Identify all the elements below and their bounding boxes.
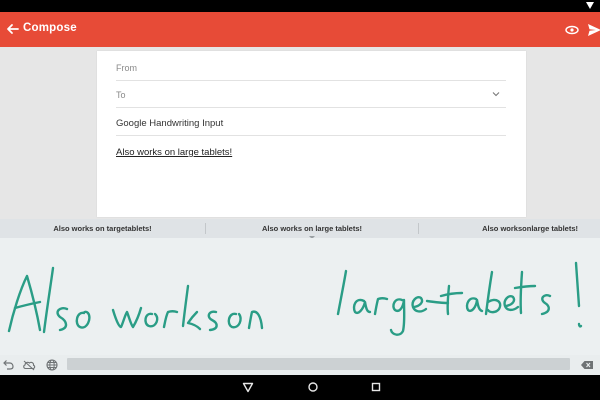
space-bar[interactable] <box>67 358 570 370</box>
compose-card: From To Google Handwriting Input Also wo… <box>97 51 526 217</box>
nav-back-icon[interactable] <box>241 380 255 394</box>
navigation-bar <box>0 375 600 400</box>
chevron-down-icon[interactable] <box>492 90 500 98</box>
from-placeholder: From <box>116 63 137 73</box>
globe-icon[interactable] <box>45 358 59 372</box>
suggestion-3[interactable]: Also worksonlarge tablets! <box>419 219 600 238</box>
status-bar <box>0 0 600 12</box>
to-placeholder: To <box>116 90 126 100</box>
nav-recents-icon[interactable] <box>369 380 383 394</box>
from-field[interactable]: From <box>116 53 506 81</box>
wifi-icon <box>586 2 594 9</box>
send-icon[interactable] <box>586 21 600 39</box>
body-text[interactable]: Also works on large tablets! <box>116 147 232 158</box>
handwriting-area[interactable] <box>0 238 600 355</box>
keyboard-toolbar <box>0 355 600 375</box>
nav-home-icon[interactable] <box>306 380 320 394</box>
back-arrow-icon[interactable] <box>4 20 22 38</box>
app-bar: Compose <box>0 12 600 47</box>
cloud-off-icon[interactable] <box>22 358 36 372</box>
backspace-icon[interactable] <box>580 358 594 372</box>
suggestion-1[interactable]: Also works on targetablets! <box>0 219 205 238</box>
subject-field[interactable]: Google Handwriting Input <box>116 108 506 136</box>
handwriting-ink <box>7 261 583 336</box>
page-title: Compose <box>23 22 77 34</box>
suggestion-bar: Also works on targetablets! Also works o… <box>0 219 600 238</box>
undo-icon[interactable] <box>1 358 15 372</box>
subject-text: Google Handwriting Input <box>116 118 224 129</box>
to-field[interactable]: To <box>116 80 506 108</box>
eye-icon[interactable] <box>563 21 581 39</box>
